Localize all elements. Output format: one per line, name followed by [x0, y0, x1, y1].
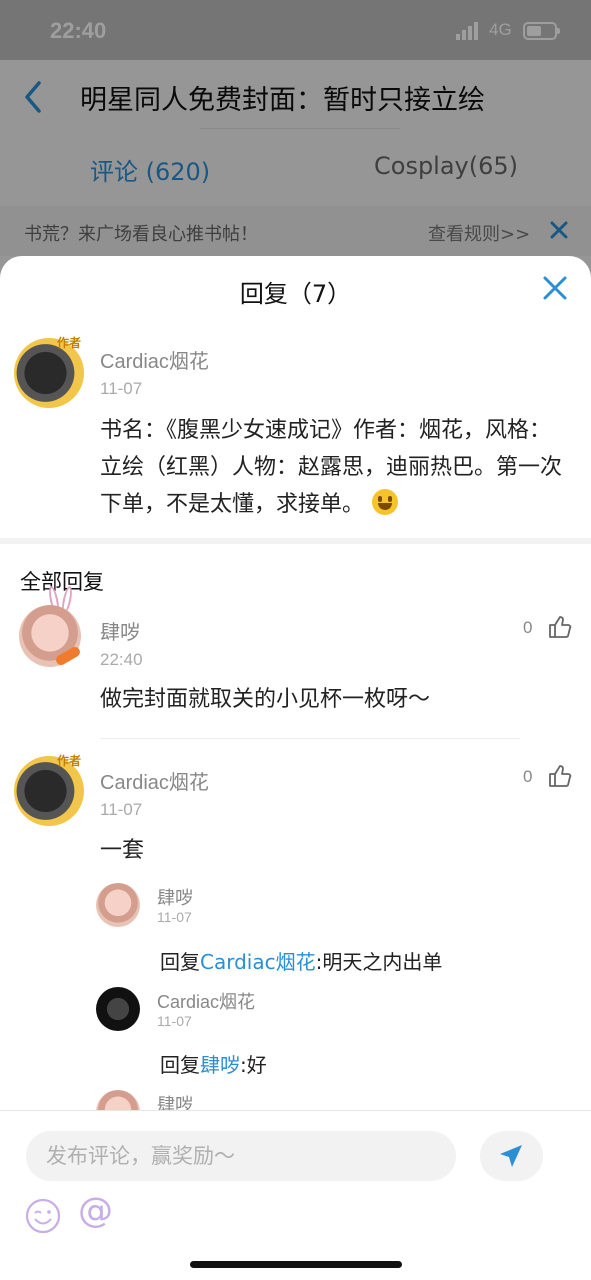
thumbs-up-icon[interactable]	[547, 614, 573, 640]
like-count: 0	[523, 618, 533, 637]
subreply-date: 11-07	[157, 909, 192, 925]
close-icon[interactable]	[542, 275, 568, 301]
reply-content: 一套	[100, 838, 145, 863]
avatar[interactable]	[96, 883, 140, 927]
emoji-icon[interactable]	[25, 1198, 61, 1234]
send-icon	[500, 1145, 522, 1167]
send-button[interactable]	[480, 1131, 543, 1181]
username[interactable]: Cardiac烟花	[100, 345, 209, 374]
row-divider	[100, 738, 520, 739]
comment-text: 书名：《腹黑少女速成记》作者：烟花，风格：立绘（红黑）人物：赵露思，迪丽热巴。第…	[100, 418, 563, 517]
reply-sheet: 回复（7） 作者 Cardiac烟花 11-07 书名：《腹黑少女速成记》作者：…	[0, 256, 591, 1280]
username[interactable]: 肆哕	[100, 616, 140, 645]
avatar[interactable]	[96, 987, 140, 1031]
home-indicator	[190, 1261, 402, 1268]
mention-link[interactable]: Cardiac烟花	[200, 950, 316, 974]
comment-input-area: @	[0, 1110, 591, 1280]
subreply-text: 回复肆哕:好	[160, 1053, 267, 1077]
mention-at-button[interactable]: @	[78, 1191, 113, 1231]
reply-time: 11-07	[100, 800, 143, 819]
reply-content: 做完封面就取关的小见杯一枚呀～	[100, 687, 431, 712]
username[interactable]: Cardiac烟花	[157, 988, 255, 1014]
subreply-text: 回复Cardiac烟花:明天之内出单	[160, 950, 443, 974]
subreply-date: 11-07	[157, 1013, 192, 1029]
grinning-emoji-icon	[372, 489, 399, 515]
username[interactable]: Cardiac烟花	[100, 766, 209, 795]
comment-date: 11-07	[100, 379, 143, 398]
thumbs-up-icon[interactable]	[547, 763, 573, 789]
comment-content: 书名：《腹黑少女速成记》作者：烟花，风格：立绘（红黑）人物：赵露思，迪丽热巴。第…	[100, 412, 562, 523]
mention-link[interactable]: 肆哕	[200, 1053, 240, 1077]
comment-input[interactable]	[26, 1131, 456, 1181]
reply-time: 22:40	[100, 650, 143, 669]
author-badge: 作者	[57, 754, 82, 768]
section-title: 全部回复	[20, 570, 104, 594]
section-separator	[0, 538, 591, 544]
username[interactable]: 肆哕	[157, 884, 193, 910]
author-badge: 作者	[57, 336, 82, 350]
like-count: 0	[523, 767, 533, 786]
sheet-title: 回复（7）	[239, 280, 352, 308]
